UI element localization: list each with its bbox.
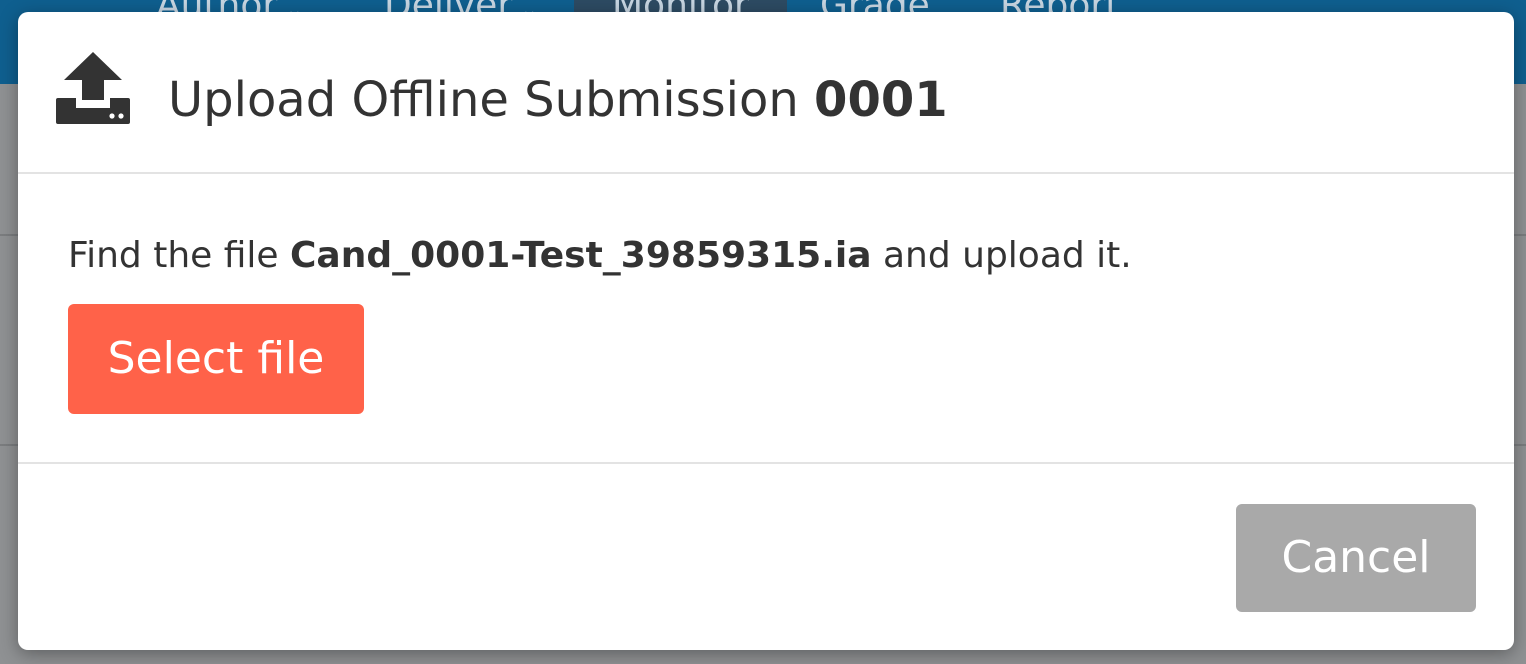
instruction-text: Find the file Cand_0001-Test_39859315.ia… [68, 232, 1132, 280]
cancel-button[interactable]: Cancel [1236, 504, 1476, 612]
file-name: Cand_0001-Test_39859315.ia [290, 235, 872, 276]
instruction-prefix: Find the file [68, 235, 279, 276]
dialog-title-text: Upload Offline Submission [168, 72, 799, 128]
instruction-suffix: and upload it. [882, 235, 1132, 276]
dialog-footer: Cancel [18, 464, 1514, 650]
select-file-button[interactable]: Select file [68, 304, 364, 414]
dialog-title: Upload Offline Submission 0001 [168, 70, 948, 130]
upload-icon [54, 50, 132, 126]
upload-offline-submission-dialog: Upload Offline Submission 0001 Find the … [18, 12, 1514, 650]
dialog-header: Upload Offline Submission 0001 [18, 12, 1514, 174]
submission-id: 0001 [814, 72, 948, 128]
dialog-body: Find the file Cand_0001-Test_39859315.ia… [18, 174, 1514, 464]
